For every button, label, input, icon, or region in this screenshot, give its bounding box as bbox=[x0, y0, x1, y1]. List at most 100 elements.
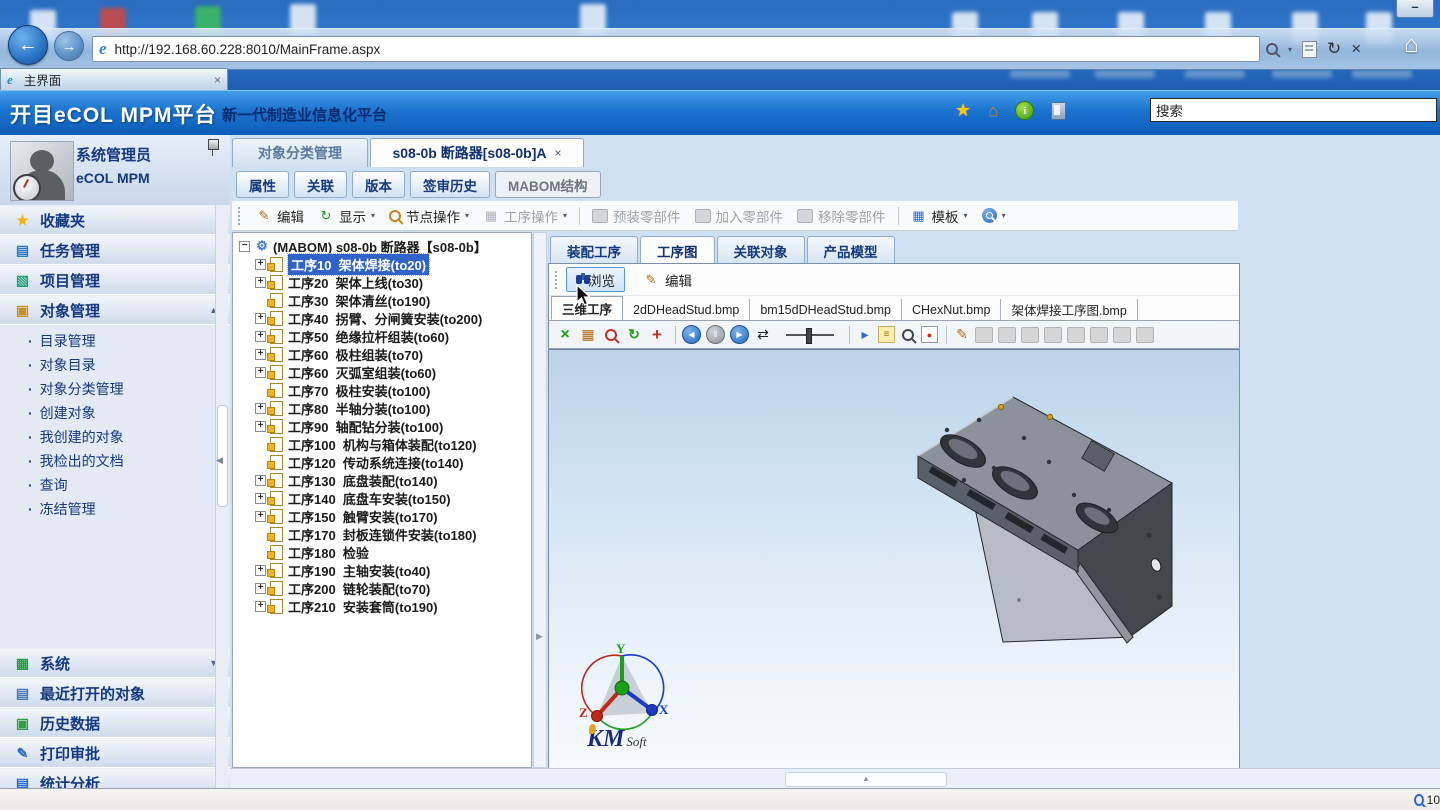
tree-expand-icon[interactable]: + bbox=[255, 277, 266, 288]
sidebar-subitem[interactable]: ·对象目录 bbox=[0, 353, 230, 377]
sidebar-subitem[interactable]: ·对象分类管理 bbox=[0, 377, 230, 401]
toolbar-button-extra[interactable]: ▾ bbox=[975, 206, 1013, 225]
tree-expand-icon[interactable]: + bbox=[255, 367, 266, 378]
subtab-关联[interactable]: 关联 bbox=[294, 171, 347, 198]
favorites-star-icon[interactable]: ★ bbox=[955, 100, 971, 121]
browser-back-button[interactable]: ← bbox=[8, 25, 48, 65]
zoom-select-icon[interactable] bbox=[601, 325, 621, 345]
play-icon[interactable]: ▶ bbox=[730, 325, 749, 344]
pause-icon[interactable]: ‖ bbox=[706, 325, 725, 344]
export-icon[interactable]: ▸ bbox=[855, 325, 875, 345]
tree-row[interactable]: 工序120 传动系统连接(to140) bbox=[233, 453, 531, 471]
zoom-indicator[interactable]: 10 bbox=[1414, 793, 1440, 807]
browser-tab[interactable]: e 主界面 × bbox=[0, 68, 228, 90]
dropdown-caret-icon[interactable]: ▾ bbox=[964, 211, 968, 220]
sidebar-item[interactable]: ✎打印审批 bbox=[0, 738, 230, 768]
tree-row[interactable]: +工序190 主轴安装(to40) bbox=[233, 561, 531, 579]
sidebar-subitem[interactable]: ·目录管理 bbox=[0, 329, 230, 353]
tree-collapse-icon[interactable]: − bbox=[239, 241, 250, 252]
zoom-icon[interactable] bbox=[898, 325, 918, 345]
tree-expand-icon[interactable]: + bbox=[255, 421, 266, 432]
sidebar-subitem[interactable]: ·查询 bbox=[0, 473, 230, 497]
info-icon[interactable]: i bbox=[1015, 101, 1034, 120]
tree-row[interactable]: +工序10 架体焊接(to20) bbox=[233, 255, 531, 273]
markup-edit-icon[interactable]: ✎ bbox=[952, 325, 972, 345]
file-tab[interactable]: 架体焊接工序图.bmp bbox=[1001, 299, 1137, 320]
tree-row[interactable]: 工序180 检验 bbox=[233, 543, 531, 561]
tree-row[interactable]: +工序60 灭弧室组装(to60) bbox=[233, 363, 531, 381]
note-icon[interactable]: ≡ bbox=[878, 326, 895, 343]
search-icon[interactable] bbox=[1266, 43, 1278, 55]
grid-view-icon[interactable]: ▦ bbox=[578, 325, 598, 345]
tab-close-icon[interactable]: × bbox=[214, 73, 221, 87]
address-bar[interactable]: e bbox=[92, 36, 1260, 62]
splitter-collapse-icon[interactable]: ▶ bbox=[536, 631, 543, 642]
tree-row[interactable]: 工序100 机构与箱体装配(to120) bbox=[233, 435, 531, 453]
compatibility-view-icon[interactable] bbox=[1302, 41, 1317, 58]
browser-forward-button[interactable]: → bbox=[54, 31, 84, 61]
viewer-button-编辑[interactable]: ✎编辑 bbox=[633, 267, 702, 292]
tree-row[interactable]: +工序50 绝缘拉杆组装(to60) bbox=[233, 327, 531, 345]
sidebar-scrollbar[interactable] bbox=[215, 205, 228, 788]
panel-tab-关联对象[interactable]: 关联对象 bbox=[717, 236, 805, 264]
panel-tab-工序图[interactable]: 工序图 bbox=[640, 236, 715, 264]
cad-viewport[interactable]: Y Z X KMSoft bbox=[549, 349, 1239, 770]
subtab-MABOM结构[interactable]: MABOM结构 bbox=[495, 171, 601, 198]
toolbar-button-节点操作[interactable]: 节点操作▾ bbox=[382, 204, 476, 228]
sidebar-item-1[interactable]: ▤任务管理 bbox=[0, 235, 230, 265]
sidebar-subitem[interactable]: ·我创建的对象 bbox=[0, 425, 230, 449]
tree-expand-icon[interactable]: + bbox=[255, 565, 266, 576]
bottom-collapse-button[interactable]: ▲ bbox=[785, 772, 947, 787]
dropdown-caret-icon[interactable]: ▾ bbox=[1002, 211, 1006, 220]
browser-home-icon[interactable]: ⌂ bbox=[1404, 31, 1419, 59]
horizontal-splitter[interactable]: ▲ bbox=[230, 768, 1440, 790]
tree-expand-icon[interactable]: + bbox=[255, 511, 266, 522]
tree-row[interactable]: +工序130 底盘装配(to140) bbox=[233, 471, 531, 489]
stop-icon[interactable]: × bbox=[1351, 39, 1361, 59]
vertical-splitter[interactable]: ▶ bbox=[533, 232, 547, 768]
pin-icon[interactable] bbox=[208, 139, 219, 150]
tree-expand-icon[interactable]: + bbox=[255, 583, 266, 594]
viewer-button-浏览[interactable]: 浏览 bbox=[566, 267, 625, 292]
speed-slider[interactable] bbox=[786, 334, 834, 336]
search-dropdown-icon[interactable]: ▾ bbox=[1288, 45, 1292, 54]
tree-row[interactable]: +工序90 轴配钻分装(to100) bbox=[233, 417, 531, 435]
pan-icon[interactable]: + bbox=[647, 325, 667, 345]
url-input[interactable] bbox=[113, 41, 1253, 58]
refresh-icon[interactable]: ↻ bbox=[1327, 39, 1341, 59]
toolbar-button-模板[interactable]: ▦模板▾ bbox=[904, 204, 975, 228]
tree-row[interactable]: 工序30 架体清丝(to190) bbox=[233, 291, 531, 309]
tab-object-classification[interactable]: 对象分类管理 bbox=[232, 138, 368, 167]
tree-row[interactable]: +工序140 底盘车安装(to150) bbox=[233, 489, 531, 507]
toolbar-button-显示[interactable]: ↻显示▾ bbox=[311, 204, 382, 228]
tree-expand-icon[interactable]: + bbox=[255, 475, 266, 486]
toolbar-button-编辑[interactable]: ✎编辑 bbox=[249, 204, 311, 228]
tree-expand-icon[interactable]: + bbox=[255, 601, 266, 612]
tree-row[interactable]: +工序210 安装套筒(to190) bbox=[233, 597, 531, 615]
sidebar-item-0[interactable]: ★收藏夹 bbox=[0, 205, 230, 235]
app-home-icon[interactable]: ⌂ bbox=[988, 101, 998, 121]
step-back-icon[interactable]: ◀ bbox=[682, 325, 701, 344]
panel-tab-产品模型[interactable]: 产品模型 bbox=[807, 236, 895, 264]
sidebar-subitem[interactable]: ·创建对象 bbox=[0, 401, 230, 425]
tree-expand-icon[interactable]: + bbox=[255, 493, 266, 504]
loop-icon[interactable]: ⇄ bbox=[753, 325, 773, 345]
sidebar-item-2[interactable]: ▧项目管理 bbox=[0, 265, 230, 295]
sidebar-item[interactable]: ▣历史数据 bbox=[0, 708, 230, 738]
file-tab[interactable]: CHexNut.bmp bbox=[902, 299, 1002, 320]
subtab-版本[interactable]: 版本 bbox=[352, 171, 405, 198]
dropdown-caret-icon[interactable]: ▾ bbox=[465, 211, 469, 220]
tree-root-row[interactable]: −⚙(MABOM) s08-0b 断路器【s08-0b】 bbox=[233, 237, 531, 255]
file-tab[interactable]: 三维工序 bbox=[551, 296, 623, 320]
record-icon[interactable]: ● bbox=[921, 326, 938, 343]
tab-breaker-document[interactable]: s08-0b 断路器[s08-0b]A × bbox=[370, 138, 584, 167]
tree-row[interactable]: +工序80 半轴分装(to100) bbox=[233, 399, 531, 417]
tree-row[interactable]: 工序170 封板连锁件安装(to180) bbox=[233, 525, 531, 543]
sidebar-subitem[interactable]: ·我检出的文档 bbox=[0, 449, 230, 473]
sidebar-collapse-icon[interactable]: ◀ bbox=[216, 455, 223, 466]
tree-row[interactable]: +工序60 极柱组装(to70) bbox=[233, 345, 531, 363]
sidebar-item[interactable]: ▦系统▼ bbox=[0, 648, 230, 678]
tree-row[interactable]: 工序70 极柱安装(to100) bbox=[233, 381, 531, 399]
subtab-签审历史[interactable]: 签审历史 bbox=[410, 171, 490, 198]
file-tab[interactable]: 2dDHeadStud.bmp bbox=[623, 299, 750, 320]
